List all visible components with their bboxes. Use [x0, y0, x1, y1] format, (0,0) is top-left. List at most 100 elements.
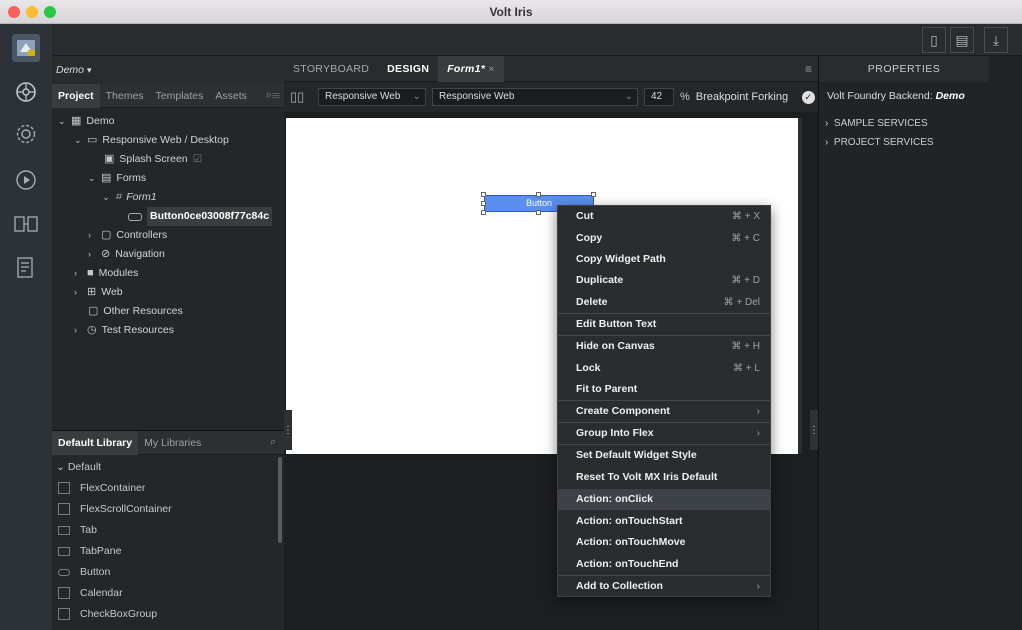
dashboard-icon[interactable] — [12, 78, 40, 106]
chevron-down-icon: ⌄ — [74, 135, 82, 145]
menu-item-action-onclick[interactable]: Action: onClick — [558, 489, 770, 510]
tab-storyboard[interactable]: STORYBOARD — [284, 56, 378, 82]
menu-item-copy[interactable]: Copy ⌘ + C — [558, 228, 770, 249]
settings-gear-icon[interactable] — [12, 120, 40, 148]
library-scrollbar[interactable] — [278, 457, 282, 543]
tree-item-modules[interactable]: › ■ Modules — [74, 264, 138, 283]
tree-item-form1[interactable]: ⌄ ⌗ Form1 — [102, 188, 157, 207]
menu-item-duplicate[interactable]: Duplicate ⌘ + D — [558, 270, 770, 291]
menu-item-label: Cut — [576, 210, 594, 222]
zoom-stepper[interactable]: 42 — [644, 88, 674, 106]
menu-item-create-component[interactable]: Create Component › — [558, 401, 770, 422]
resize-handle[interactable] — [481, 192, 486, 197]
tree-item-responsive-web[interactable]: ⌄ ▭ Responsive Web / Desktop — [74, 131, 229, 150]
minimize-window-button[interactable] — [26, 6, 38, 18]
project-selector[interactable]: Demo ▾ — [52, 56, 284, 84]
menu-item-lock[interactable]: Lock ⌘ + L — [558, 358, 770, 379]
resize-handle[interactable] — [481, 210, 486, 215]
menu-item-set-default-widget-style[interactable]: Set Default Widget Style — [558, 445, 770, 466]
tab-form1[interactable]: Form1* × — [438, 55, 504, 82]
library-item-button[interactable]: Button — [58, 562, 110, 582]
library-item-flexscrollcontainer[interactable]: FlexScrollContainer — [58, 499, 172, 519]
menu-item-label: Edit Button Text — [576, 318, 657, 330]
menu-item-cut[interactable]: Cut ⌘ + X — [558, 206, 770, 227]
tab-design[interactable]: DESIGN — [378, 56, 438, 82]
menu-item-action-ontouchstart[interactable]: Action: onTouchStart — [558, 511, 770, 532]
tree-item-forms[interactable]: ⌄ ▤ Forms — [88, 169, 146, 188]
chevron-down-icon: ⌄ — [88, 173, 96, 183]
menu-item-edit-button-text[interactable]: Edit Button Text — [558, 314, 770, 335]
tree-item-web[interactable]: › ⊞ Web — [74, 283, 123, 302]
canvas-scrollbar[interactable] — [798, 118, 802, 454]
platform-select[interactable]: Responsive Web ⌄ — [318, 88, 426, 106]
menu-item-label: Copy — [576, 232, 603, 244]
play-preview-icon[interactable] — [12, 166, 40, 194]
backend-label: Volt Foundry Backend: — [827, 90, 933, 102]
menu-item-group-into-flex[interactable]: Group Into Flex › — [558, 423, 770, 444]
menu-item-hide-on-canvas[interactable]: Hide on Canvas ⌘ + H — [558, 336, 770, 357]
menu-item-delete[interactable]: Delete ⌘ + Del — [558, 292, 770, 313]
library-item-tab[interactable]: Tab — [58, 520, 97, 540]
tab-themes[interactable]: Themes — [100, 84, 150, 108]
button-widget-icon — [128, 212, 142, 221]
library-group-default[interactable]: ⌄ Default — [56, 457, 101, 477]
close-tab-icon[interactable]: × — [488, 63, 494, 75]
tab-assets[interactable]: Assets — [209, 84, 253, 108]
menu-item-label: Reset To Volt MX Iris Default — [576, 471, 718, 483]
document-list-icon[interactable] — [12, 254, 40, 282]
menu-icon[interactable]: ≡ — [805, 62, 818, 76]
menu-item-label: Duplicate — [576, 274, 624, 286]
components-icon[interactable] — [12, 210, 40, 238]
library-item-calendar[interactable]: Calendar — [58, 583, 123, 603]
left-panel-grip-icon[interactable]: ⋮ — [283, 410, 293, 450]
tab-form1-label: Form1* — [447, 62, 486, 75]
clipboard-icon[interactable]: ▤ — [950, 27, 974, 53]
resize-handle[interactable] — [481, 201, 486, 206]
editor-tabs: STORYBOARD DESIGN Form1* × ≡ — [284, 55, 818, 82]
search-list-icon[interactable]: ⌕☰ — [266, 89, 284, 102]
tree-item-demo[interactable]: ⌄ ▦ Demo — [58, 112, 114, 131]
chevron-right-icon: › — [74, 268, 77, 278]
menu-item-copy-widget-path[interactable]: Copy Widget Path — [558, 249, 770, 270]
test-icon: ◷ — [87, 324, 97, 336]
menu-item-add-to-collection[interactable]: Add to Collection › — [558, 576, 770, 597]
layout-toggle-icon[interactable]: ▯▯ — [290, 89, 312, 105]
download-icon[interactable]: ⤓ — [984, 27, 1008, 53]
tree-item-controllers[interactable]: › ▢ Controllers — [88, 226, 167, 245]
checkmark-toggle-icon[interactable]: ✓ — [801, 90, 815, 104]
zoom-window-button[interactable] — [44, 6, 56, 18]
search-icon[interactable]: ⌕ — [270, 436, 284, 449]
menu-shortcut: ⌘ + X — [731, 211, 760, 222]
library-item-checkboxgroup[interactable]: CheckBoxGroup — [58, 604, 157, 624]
tree-item-other-resources[interactable]: ▢ Other Resources — [88, 302, 183, 321]
tree-item-splash-screen[interactable]: ▣ Splash Screen ☑ — [104, 150, 202, 169]
monitor-icon: ▭ — [87, 134, 98, 146]
channel-select[interactable]: Responsive Web ⌄ — [432, 88, 638, 106]
flexcontainer-icon — [58, 482, 70, 494]
close-window-button[interactable] — [8, 6, 20, 18]
menu-item-action-ontouchmove[interactable]: Action: onTouchMove — [558, 532, 770, 553]
resize-handle[interactable] — [591, 192, 596, 197]
tab-templates[interactable]: Templates — [150, 84, 210, 108]
backend-value[interactable]: Demo — [936, 90, 965, 102]
app-logo-icon[interactable] — [12, 34, 40, 62]
menu-shortcut: ⌘ + L — [733, 363, 760, 374]
library-item-tabpane[interactable]: TabPane — [58, 541, 121, 561]
tab-default-library[interactable]: Default Library — [52, 430, 139, 455]
right-panel-grip-icon[interactable]: ⋮ — [809, 410, 819, 450]
menu-item-action-ontouchend[interactable]: Action: onTouchEnd — [558, 554, 770, 575]
menu-item-fit-to-parent[interactable]: Fit to Parent — [558, 379, 770, 400]
tab-my-libraries[interactable]: My Libraries — [138, 431, 207, 455]
tree-item-navigation[interactable]: › ⊘ Navigation — [88, 245, 165, 264]
tree-item-button-widget[interactable]: Button0ce03008f77c84c — [128, 207, 273, 226]
menu-item-reset-default[interactable]: Reset To Volt MX Iris Default — [558, 467, 770, 488]
tree-item-test-resources[interactable]: › ◷ Test Resources — [74, 321, 174, 340]
library-item-flexcontainer[interactable]: FlexContainer — [58, 478, 145, 498]
resize-handle[interactable] — [536, 210, 541, 215]
device-preview-icon[interactable]: ▯ — [922, 27, 946, 53]
section-sample-services[interactable]: › SAMPLE SERVICES — [825, 114, 1016, 133]
resize-handle[interactable] — [536, 192, 541, 197]
section-project-services[interactable]: › PROJECT SERVICES — [825, 133, 1016, 152]
menu-item-label: Create Component — [576, 405, 670, 417]
tab-project[interactable]: Project — [52, 83, 100, 108]
